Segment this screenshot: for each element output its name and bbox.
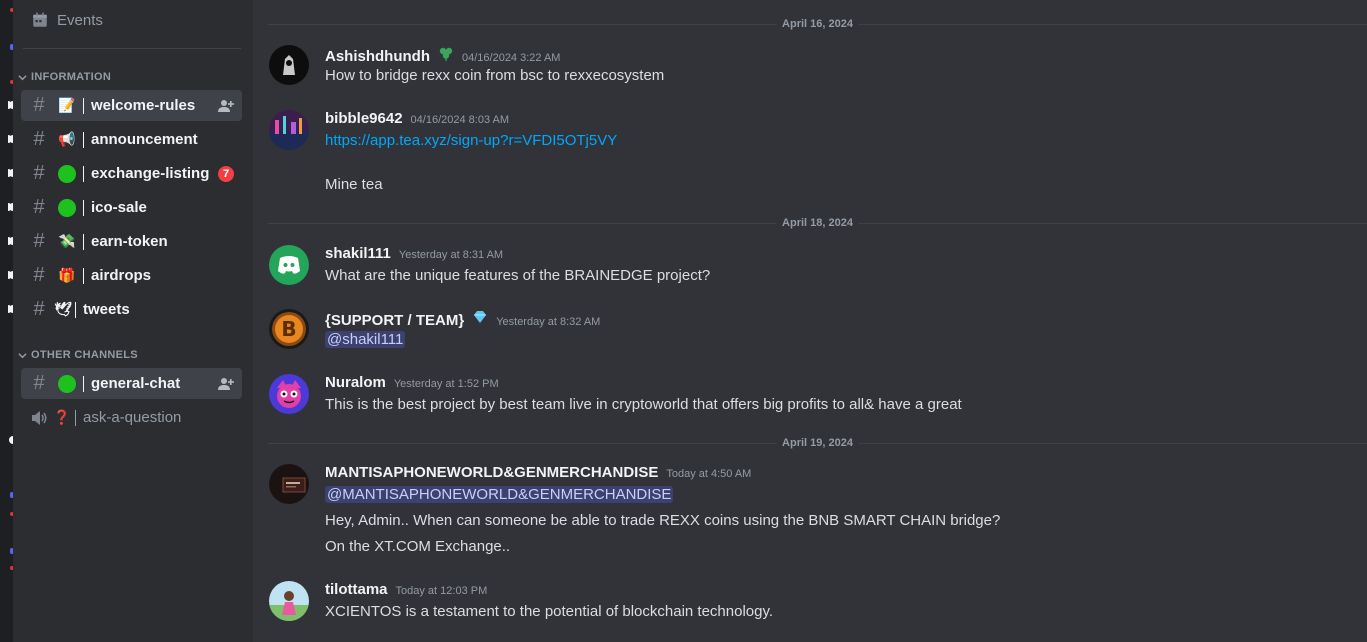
clover-role-icon [439,47,453,61]
channel-name: announcement [91,131,198,148]
avatar[interactable]: B [269,309,309,349]
channel-sidebar: Events INFORMATION # 📝 welcome-rules # 📢… [8,0,253,642]
separator [83,267,84,284]
gift-emoji: 🎁 [58,267,76,283]
mention-badge: 7 [218,166,234,182]
avatar[interactable] [269,110,309,150]
timestamp: Yesterday at 8:31 AM [398,249,504,261]
timestamp: Yesterday at 1:52 PM [393,378,499,390]
channel-announcement[interactable]: # 📢 announcement [8,124,242,155]
avatar[interactable] [269,464,309,504]
hash-icon: # [33,162,45,184]
question-mark-emoji: ❓ [53,409,71,425]
timestamp: 04/16/2024 8:03 AM [410,114,510,126]
avatar[interactable] [269,45,309,85]
channel-name: airdrops [91,267,152,284]
separator [83,375,84,392]
message-text: Hey, Admin.. When can someone be able to… [325,512,1001,529]
hash-icon: # [33,128,45,150]
invite-member-icon[interactable] [218,376,234,392]
hash-icon: # [33,298,45,320]
channel-ico-sale[interactable]: # ico-sale [8,192,242,223]
channel-name: ask-a-question [83,409,182,426]
channel-name: ico-sale [91,199,147,216]
channel-tweets[interactable]: # 🕊 tweets [8,294,242,325]
hash-icon: # [33,230,45,252]
channel-ask-a-question[interactable]: ❓ ask-a-question [21,402,242,433]
money-wings-emoji: 💸 [58,233,76,249]
avatar[interactable] [269,245,309,285]
megaphone-emoji: 📢 [58,131,76,147]
dove-emoji: 🕊 [54,301,72,317]
username[interactable]: Ashishdhundh [325,48,430,65]
category-label: INFORMATION [31,71,112,83]
username[interactable]: MANTISAPHONEWORLD&GENMERCHANDISE [325,464,658,481]
category-information[interactable]: INFORMATION [18,69,111,85]
separator [75,409,76,426]
separator [83,165,84,182]
username[interactable]: tilottama [325,581,388,598]
channel-exchange-listing[interactable]: # exchange-listing 7 [8,158,242,189]
hash-icon: # [33,372,45,394]
channel-name: general-chat [91,375,181,392]
username[interactable]: bibble9642 [325,110,403,127]
channel-earn-token[interactable]: # 💸 earn-token [8,226,242,257]
message-text: This is the best project by best team li… [325,396,962,413]
date-divider: April 18, 2024 [268,217,1367,229]
message-text: On the XT.COM Exchange.. [325,538,511,555]
green-circle-icon [57,374,77,393]
hash-icon: # [33,196,45,218]
message-text: XCIENTOS is a testament to the potential… [325,603,774,620]
avatar[interactable] [269,581,309,621]
message-list: April 16, 2024 Ashishdhundh 04/16/2024 3… [253,0,1367,642]
separator [83,199,84,216]
server-rail [0,0,13,642]
username[interactable]: shakil111 [325,245,391,262]
green-circle-icon [57,198,77,217]
invite-member-icon[interactable] [218,98,234,114]
separator [83,233,84,250]
avatar[interactable] [269,374,309,414]
hash-icon: # [33,264,45,286]
separator [83,97,84,114]
date-divider: April 19, 2024 [268,437,1367,449]
channel-name: welcome-rules [91,97,196,114]
user-mention[interactable]: @shakil111 [325,331,406,348]
diamond-role-icon [474,311,487,323]
date-divider: April 16, 2024 [268,18,1367,30]
chevron-down-icon [18,74,27,80]
username[interactable]: Nuralom [325,374,386,391]
username[interactable]: {SUPPORT / TEAM} [325,312,464,329]
channel-airdrops[interactable]: # 🎁 airdrops [8,260,242,291]
channel-welcome-rules[interactable]: # 📝 welcome-rules [8,90,242,121]
timestamp: Today at 12:03 PM [395,585,488,597]
message-text: What are the unique features of the BRAI… [325,267,711,284]
channel-name: earn-token [91,233,168,250]
chevron-down-icon [18,352,27,358]
timestamp: 04/16/2024 3:22 AM [462,52,561,64]
channel-name: exchange-listing [91,165,210,182]
events-label: Events [57,11,103,29]
divider [23,48,241,49]
calendar-icon [33,12,47,27]
message-text: Mine tea [325,176,383,193]
speaker-icon [32,410,47,425]
category-other-channels[interactable]: OTHER CHANNELS [18,347,138,363]
category-label: OTHER CHANNELS [31,349,138,361]
message-text: How to bridge rexx coin from bsc to rexx… [325,67,665,84]
timestamp: Yesterday at 8:32 AM [496,316,601,328]
events-button[interactable]: Events [31,6,103,34]
hash-icon: # [33,94,45,116]
channel-name: tweets [83,301,130,318]
memo-emoji: 📝 [58,97,76,113]
separator [75,301,76,318]
svg-text:B: B [281,317,296,341]
message-link[interactable]: https://app.tea.xyz/sign-up?r=VFDI5OTj5V… [325,130,1351,152]
channel-general-chat[interactable]: # general-chat [21,368,242,399]
green-circle-icon [57,164,77,183]
timestamp: Today at 4:50 AM [666,468,752,480]
separator [83,131,84,148]
user-mention[interactable]: @MANTISAPHONEWORLD&GENMERCHANDISE [325,486,674,503]
